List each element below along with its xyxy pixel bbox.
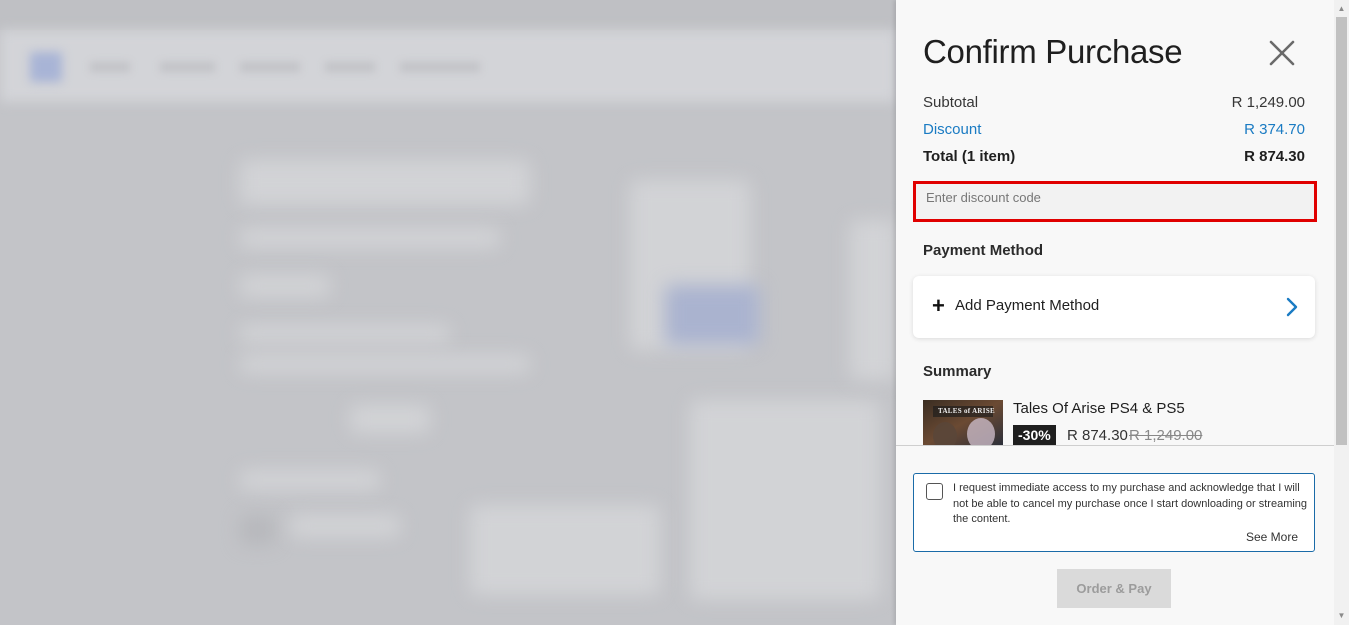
discount-code-field-highlight	[913, 181, 1317, 222]
consent-checkbox[interactable]	[926, 483, 943, 500]
subtotal-value: R 1,249.00	[1231, 94, 1305, 111]
payment-method-heading: Payment Method	[923, 242, 1044, 259]
background-text-blur	[240, 325, 450, 343]
close-icon	[1269, 40, 1295, 66]
scrollbar[interactable]: ▲ ▼	[1334, 0, 1349, 625]
add-payment-method-label: Add Payment Method	[955, 297, 1100, 314]
consent-text: I request immediate access to my purchas…	[953, 482, 1308, 525]
discount-label: Discount	[923, 121, 982, 138]
subtotal-label: Subtotal	[923, 94, 979, 111]
order-and-pay-button[interactable]: Order & Pay	[1057, 569, 1171, 608]
background-button-blur	[350, 405, 430, 433]
discount-code-input[interactable]	[916, 184, 1314, 219]
discount-badge: -30%	[1013, 425, 1056, 445]
total-row: Total (1 item) R 874.30	[923, 148, 1305, 165]
background-nav-text	[400, 62, 480, 72]
discount-value: R 374.70	[1244, 121, 1305, 138]
total-value: R 874.30	[1244, 148, 1305, 165]
total-label: Total (1 item)	[923, 148, 1016, 165]
scroll-up-arrow-icon[interactable]: ▲	[1334, 2, 1349, 16]
background-nav-text	[325, 62, 375, 72]
plus-icon: +	[932, 293, 945, 318]
background-image-blur	[470, 505, 660, 595]
game-thumbnail: TALES of ARISE	[923, 400, 1003, 446]
scrollbar-thumb[interactable]	[1336, 17, 1347, 445]
background-logo	[30, 52, 62, 82]
subtotal-row: Subtotal R 1,249.00	[923, 94, 1305, 111]
close-button[interactable]	[1267, 38, 1297, 68]
footer-divider	[896, 445, 1334, 446]
background-text-blur	[290, 515, 400, 537]
background-text-blur	[240, 470, 380, 490]
background-text-blur	[240, 228, 500, 248]
background-title-blur	[240, 160, 530, 205]
drawer-title: Confirm Purchase	[923, 33, 1183, 70]
item-name: Tales Of Arise PS4 & PS5	[1013, 400, 1185, 417]
chevron-right-icon	[1286, 297, 1298, 317]
summary-heading: Summary	[923, 363, 992, 380]
see-more-link[interactable]: See More	[1246, 530, 1298, 544]
background-text-blur	[240, 275, 330, 297]
background-nav-text	[90, 62, 130, 72]
background-text-blur	[240, 355, 530, 373]
scroll-down-arrow-icon[interactable]: ▼	[1334, 609, 1349, 623]
discount-row: Discount R 374.70	[923, 121, 1305, 138]
game-cover-logo-text: TALES of ARISE	[938, 407, 995, 415]
add-payment-method-button[interactable]: + Add Payment Method	[913, 276, 1315, 338]
background-art-blur	[665, 285, 760, 345]
background-art-blur	[850, 220, 896, 380]
item-original-price: R 1,249.00	[1129, 427, 1203, 444]
background-art-blur	[690, 400, 880, 600]
background-page-overlay	[0, 0, 896, 625]
background-top-strip	[0, 0, 896, 30]
confirm-purchase-drawer: Confirm Purchase Subtotal R 1,249.00 Dis…	[896, 0, 1349, 625]
background-nav-text	[160, 62, 215, 72]
item-price: R 874.30	[1067, 427, 1128, 444]
background-icon-blur	[240, 515, 275, 545]
consent-box: I request immediate access to my purchas…	[913, 473, 1315, 552]
background-nav-text	[240, 62, 300, 72]
